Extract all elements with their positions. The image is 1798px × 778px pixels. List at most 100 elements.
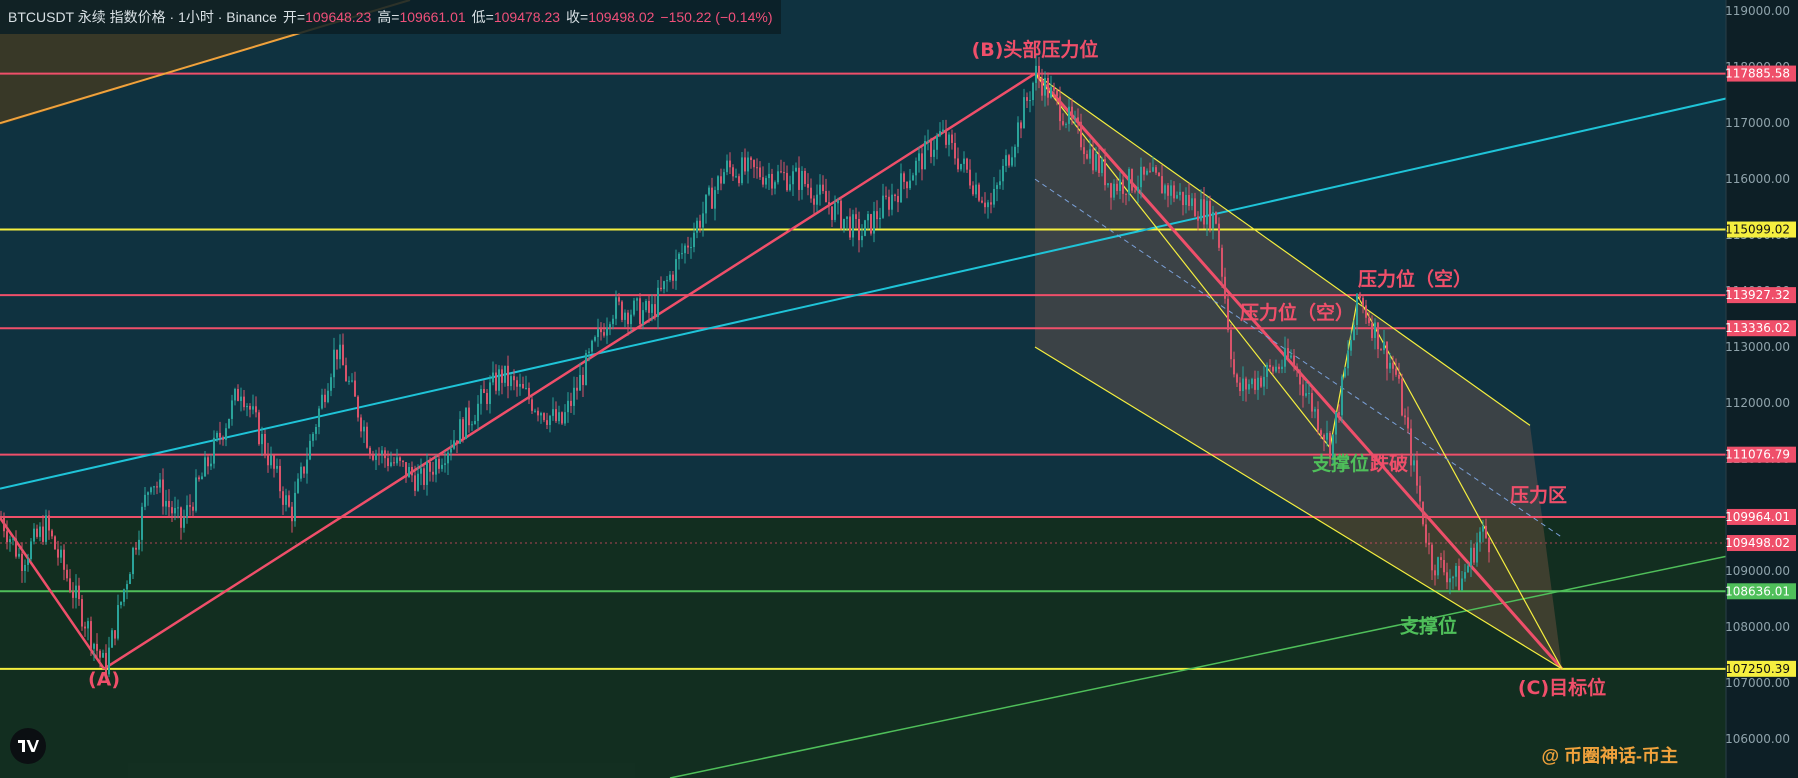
candle-body [717, 176, 719, 191]
candle-body [1035, 65, 1037, 83]
candle-body [729, 160, 731, 168]
candle-body [555, 409, 557, 422]
candle-body [732, 167, 734, 177]
candle-body [333, 349, 335, 378]
candle-body [1125, 193, 1127, 195]
candle-body [1431, 544, 1433, 571]
candle-body [1299, 370, 1301, 385]
candle-body [1251, 378, 1253, 385]
candle-body [6, 531, 8, 543]
candle-body [1083, 147, 1085, 155]
candle-body [567, 400, 569, 413]
candle-body [900, 173, 902, 203]
candle-body [678, 253, 680, 260]
candle-body [576, 387, 578, 391]
candle-body [930, 140, 932, 157]
price-tag-label-6: 109498.02 [1725, 536, 1790, 550]
candle-body [1074, 117, 1076, 119]
candle-body [9, 539, 11, 543]
candle-body [1170, 185, 1172, 196]
candle-body [219, 432, 221, 438]
candle-body [504, 365, 506, 383]
candle-body [1389, 362, 1391, 369]
candle-body [27, 559, 29, 565]
candle-body [1101, 159, 1103, 173]
candle-body [1269, 364, 1271, 368]
candle-body [51, 530, 53, 537]
candle-body [1215, 212, 1217, 224]
candle-body [33, 528, 35, 542]
candle-body [1356, 293, 1358, 326]
candle-body [222, 437, 224, 440]
candle-body [747, 157, 749, 172]
candle-body [780, 171, 782, 173]
ohlc-legend: BTCUSDT 永续 指数价格 · 1小时 · Binance 开=109648… [0, 0, 781, 34]
candle-body [1182, 191, 1184, 206]
candle-body [1080, 121, 1082, 148]
candle-body [255, 406, 257, 413]
candle-body [1146, 170, 1148, 175]
candle-body [1281, 366, 1283, 370]
candle-body [513, 376, 515, 381]
candle-body [1128, 169, 1130, 195]
candle-body [894, 194, 896, 197]
candle-body [1473, 547, 1475, 563]
candle-body [525, 387, 527, 389]
tradingview-logo-icon[interactable] [10, 728, 46, 764]
candle-body [66, 569, 68, 579]
candle-body [1368, 317, 1370, 324]
candle-body [885, 195, 887, 197]
candle-body [294, 492, 296, 522]
axis-tick-label: 107000.00 [1725, 676, 1790, 690]
candle-body [519, 383, 521, 387]
candle-body [1158, 172, 1160, 177]
candle-body [600, 328, 602, 333]
price-chart[interactable]: (A)(B)头部压力位(C)目标位压力位（空）压力位（空）支撑位 跌破压力区支撑位… [0, 0, 1798, 778]
candle-body [1314, 409, 1316, 412]
annotation-7: 压力区 [1510, 484, 1567, 507]
candle-body [1095, 154, 1097, 171]
candle-body [189, 505, 191, 507]
candle-body [201, 476, 203, 480]
candle-body [378, 453, 380, 455]
candle-body [1020, 122, 1022, 129]
candle-body [480, 389, 482, 404]
candle-body [636, 298, 638, 301]
candle-body [612, 318, 614, 325]
candle-body [1194, 198, 1196, 217]
candle-body [873, 211, 875, 234]
candle-body [138, 539, 140, 550]
candle-body [810, 187, 812, 199]
candle-body [981, 200, 983, 203]
candle-body [1167, 185, 1169, 196]
candle-body [156, 486, 158, 488]
candle-body [627, 312, 629, 325]
candle-body [906, 181, 908, 189]
candle-body [465, 407, 467, 440]
candle-body [1248, 384, 1250, 390]
annotation-0: (A) [88, 669, 120, 691]
candle-body [657, 287, 659, 317]
candle-body [1155, 167, 1157, 173]
candle-body [645, 300, 647, 311]
candle-body [1197, 216, 1199, 221]
candle-body [954, 142, 956, 159]
change-value: −150.22 (−0.14%) [660, 9, 773, 25]
high-label: 高= [377, 9, 400, 25]
candle-body [1056, 90, 1058, 97]
candle-body [921, 153, 923, 170]
candle-body [1302, 384, 1304, 396]
candle-body [1143, 166, 1145, 175]
candle-body [1191, 198, 1193, 206]
candle-body [240, 396, 242, 401]
candle-body [1443, 560, 1445, 573]
candle-body [675, 259, 677, 281]
candle-body [1137, 187, 1139, 192]
candle-body [663, 281, 665, 290]
candle-body [1482, 525, 1484, 532]
candle-body [1428, 542, 1430, 545]
candle-body [309, 440, 311, 460]
candle-body [426, 462, 428, 485]
candle-body [552, 409, 554, 416]
candle-body [864, 220, 866, 236]
